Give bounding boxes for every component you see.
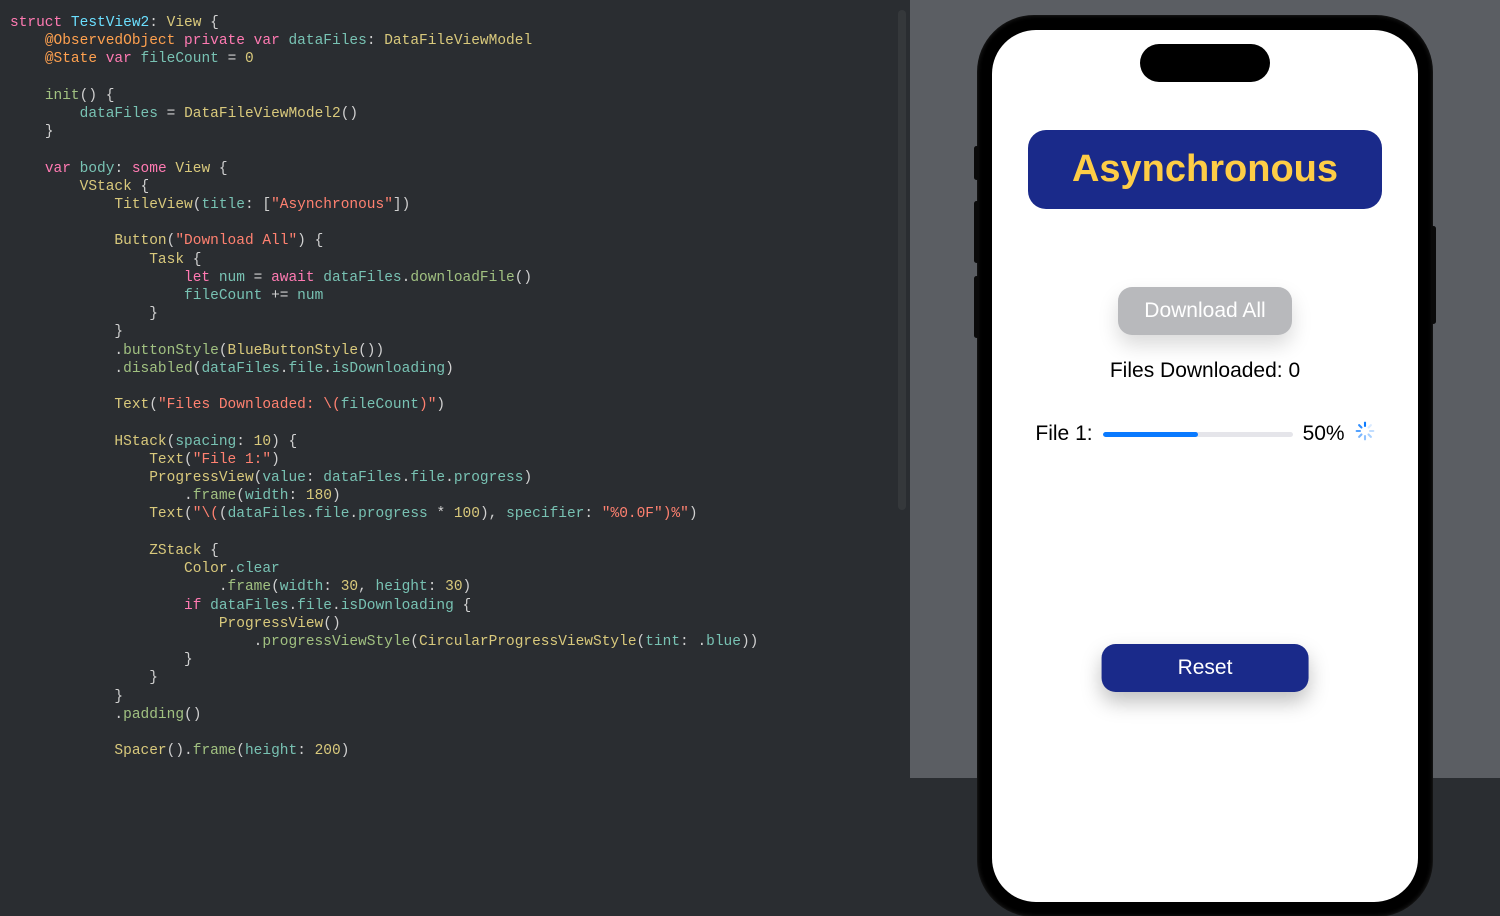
dynamic-island (1140, 44, 1270, 82)
phone-button-vol-up (974, 201, 979, 263)
progress-bar (1103, 432, 1293, 437)
progress-fill (1103, 432, 1198, 437)
code-editor[interactable]: struct TestView2: View { @ObservedObject… (0, 0, 910, 778)
progress-percent-text: 50% (1303, 422, 1345, 446)
reset-button[interactable]: Reset (1102, 644, 1309, 692)
file-label: File 1: (1035, 422, 1092, 446)
title-text: Asynchronous (1072, 148, 1338, 190)
spinner-icon (1355, 421, 1375, 447)
app-content: Asynchronous Download All Files Download… (992, 30, 1418, 902)
phone-button-vol-down (974, 276, 979, 338)
code-content: struct TestView2: View { @ObservedObject… (10, 14, 910, 760)
phone-screen: Asynchronous Download All Files Download… (992, 30, 1418, 902)
canvas-preview: Asynchronous Download All Files Download… (910, 0, 1500, 778)
scrollbar[interactable] (898, 10, 906, 510)
phone-button-silence (974, 146, 979, 180)
phone-button-power (1431, 226, 1436, 324)
download-all-label: Download All (1144, 299, 1265, 322)
phone-frame: Asynchronous Download All Files Download… (978, 16, 1432, 916)
title-view: Asynchronous (1028, 130, 1382, 209)
reset-label: Reset (1178, 656, 1233, 679)
file-progress-row: File 1: 50% (1035, 421, 1374, 447)
files-downloaded-text: Files Downloaded: 0 (1110, 359, 1300, 383)
download-all-button[interactable]: Download All (1118, 287, 1291, 335)
